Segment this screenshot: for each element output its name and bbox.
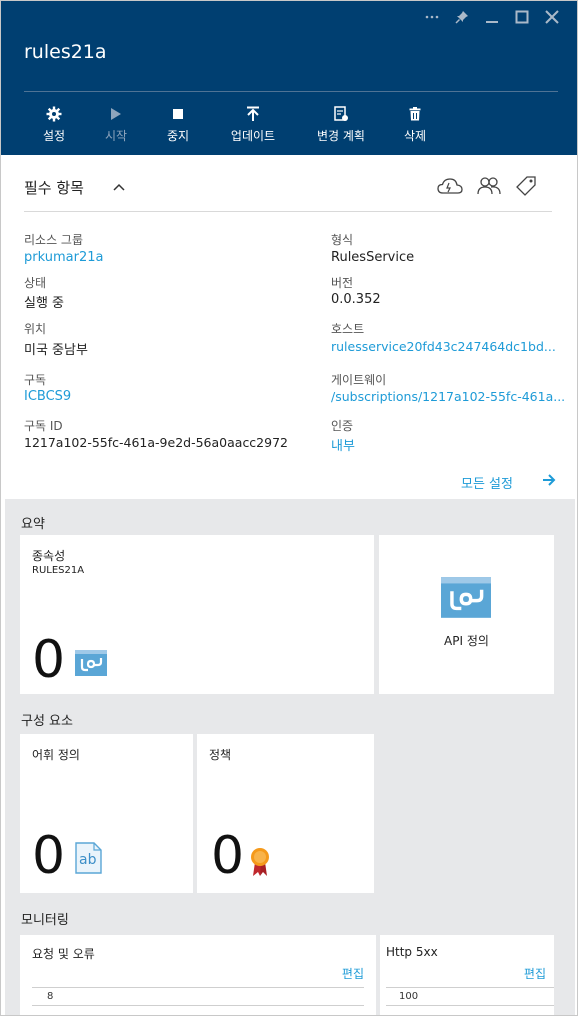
- summary-section-title: 요약: [21, 517, 45, 532]
- requests-axis-top: 8: [47, 991, 54, 1002]
- arrow-right-icon[interactable]: [542, 473, 556, 491]
- requests-errors-title: 요청 및 오류: [32, 947, 95, 961]
- vocabulary-title: 어휘 정의: [32, 748, 80, 762]
- stop-button[interactable]: 중지: [147, 105, 209, 144]
- http5xx-axis-top: 100: [399, 991, 419, 1002]
- window-controls: [421, 7, 563, 27]
- version-label: 버전: [331, 276, 354, 290]
- policy-count: 0: [211, 826, 245, 886]
- update-label: 업데이트: [230, 129, 276, 143]
- requests-gridline: [32, 987, 364, 988]
- subscription-link[interactable]: ICBCS9: [24, 389, 71, 404]
- stop-label: 중지: [166, 129, 190, 143]
- settings-label: 설정: [42, 129, 66, 143]
- blade-header: rules21a 설정 시작 중지 업데이트 변경 계획 삭제: [1, 1, 577, 155]
- trash-icon: [409, 105, 421, 123]
- type-value: RulesService: [331, 250, 415, 265]
- maximize-icon[interactable]: [511, 7, 533, 27]
- policy-title: 정책: [209, 748, 232, 762]
- header-divider: [24, 91, 558, 92]
- users-icon[interactable]: [476, 175, 502, 201]
- ribbon-badge-icon: [249, 847, 271, 881]
- tag-icon[interactable]: [514, 175, 538, 201]
- host-link[interactable]: rulesservice20fd43c247464dc1bd...: [331, 339, 556, 354]
- delete-label: 삭제: [403, 129, 427, 143]
- change-plan-button[interactable]: 변경 계획: [297, 105, 385, 144]
- plan-icon: [333, 105, 349, 123]
- status-value: 실행 중: [24, 296, 65, 311]
- location-value: 미국 중남부: [24, 343, 88, 358]
- vocabulary-count: 0: [32, 826, 66, 886]
- http5xx-gridline: [386, 987, 554, 988]
- vocabulary-icon: ab: [75, 842, 102, 874]
- subscription-label: 구독: [24, 373, 47, 387]
- upload-icon: [246, 105, 260, 123]
- resource-group-link[interactable]: prkumar21a: [24, 250, 103, 265]
- dependencies-subtitle: RULES21A: [32, 565, 85, 576]
- minimize-icon[interactable]: [481, 7, 503, 27]
- api-definition-tile[interactable]: API 정의: [379, 535, 554, 694]
- essentials-header: 필수 항목: [24, 175, 552, 212]
- dependencies-tile[interactable]: 종속성 RULES21A 0: [20, 535, 374, 694]
- vocabulary-icon-text: ab: [79, 852, 97, 868]
- auth-label: 인증: [331, 419, 354, 433]
- settings-button[interactable]: 설정: [23, 105, 85, 144]
- http5xx-edit-link[interactable]: 편집: [524, 965, 546, 982]
- type-label: 형식: [331, 233, 354, 247]
- dependencies-count: 0: [32, 630, 66, 690]
- dependencies-title: 종속성: [32, 549, 66, 563]
- requests-errors-tile[interactable]: 요청 및 오류 편집 8: [20, 935, 376, 1015]
- http5xx-tile[interactable]: Http 5xx 편집 100: [380, 935, 554, 1015]
- close-icon[interactable]: [541, 7, 563, 27]
- host-label: 호스트: [331, 322, 365, 336]
- play-icon: [110, 105, 122, 123]
- api-definition-icon: [441, 576, 491, 623]
- subscription-id-value: 1217a102-55fc-461a-9e2d-56a0aacc2972: [24, 435, 288, 450]
- http5xx-title: Http 5xx: [386, 945, 438, 959]
- essentials-title: 필수 항목: [24, 179, 84, 197]
- more-icon[interactable]: [421, 7, 443, 27]
- components-section-title: 구성 요소: [21, 714, 73, 729]
- api-definition-label: API 정의: [444, 634, 489, 648]
- resource-group-label: 리소스 그룹: [24, 233, 84, 247]
- lens-area: 요약 종속성 RULES21A 0 API 정의 구성 요소 어휘 정의 0 a…: [5, 499, 575, 1015]
- vocabulary-tile[interactable]: 어휘 정의 0 ab: [20, 734, 193, 893]
- pin-icon[interactable]: [451, 7, 473, 27]
- gateway-label: 게이트웨이: [331, 373, 387, 387]
- delete-button[interactable]: 삭제: [385, 105, 445, 144]
- command-bar: 설정 시작 중지 업데이트 변경 계획 삭제: [23, 105, 445, 144]
- http5xx-gridline-2: [386, 1005, 554, 1006]
- location-label: 위치: [24, 322, 47, 336]
- start-button[interactable]: 시작: [85, 105, 147, 144]
- version-value: 0.0.352: [331, 292, 381, 307]
- policy-tile[interactable]: 정책 0: [197, 734, 374, 893]
- essentials-tools: [436, 175, 538, 201]
- all-settings-link[interactable]: 모든 설정: [461, 473, 513, 492]
- start-label: 시작: [104, 129, 128, 143]
- gear-icon: [46, 105, 62, 123]
- gateway-link[interactable]: /subscriptions/1217a102-55fc-461a...: [331, 389, 565, 404]
- blade: rules21a 설정 시작 중지 업데이트 변경 계획 삭제 필수 항목 리소…: [0, 0, 578, 1016]
- requests-gridline-2: [32, 1005, 364, 1006]
- update-button[interactable]: 업데이트: [209, 105, 297, 144]
- deploy-cloud-icon[interactable]: [436, 175, 464, 201]
- api-app-icon: [75, 650, 107, 680]
- status-label: 상태: [24, 276, 47, 290]
- stop-icon: [172, 105, 184, 123]
- chevron-up-icon[interactable]: [112, 179, 126, 198]
- subscription-id-label: 구독 ID: [24, 419, 63, 433]
- change-plan-label: 변경 계획: [317, 129, 365, 143]
- requests-edit-link[interactable]: 편집: [342, 965, 364, 982]
- blade-title: rules21a: [24, 41, 107, 63]
- monitoring-section-title: 모니터링: [21, 913, 69, 928]
- auth-link[interactable]: 내부: [331, 435, 355, 454]
